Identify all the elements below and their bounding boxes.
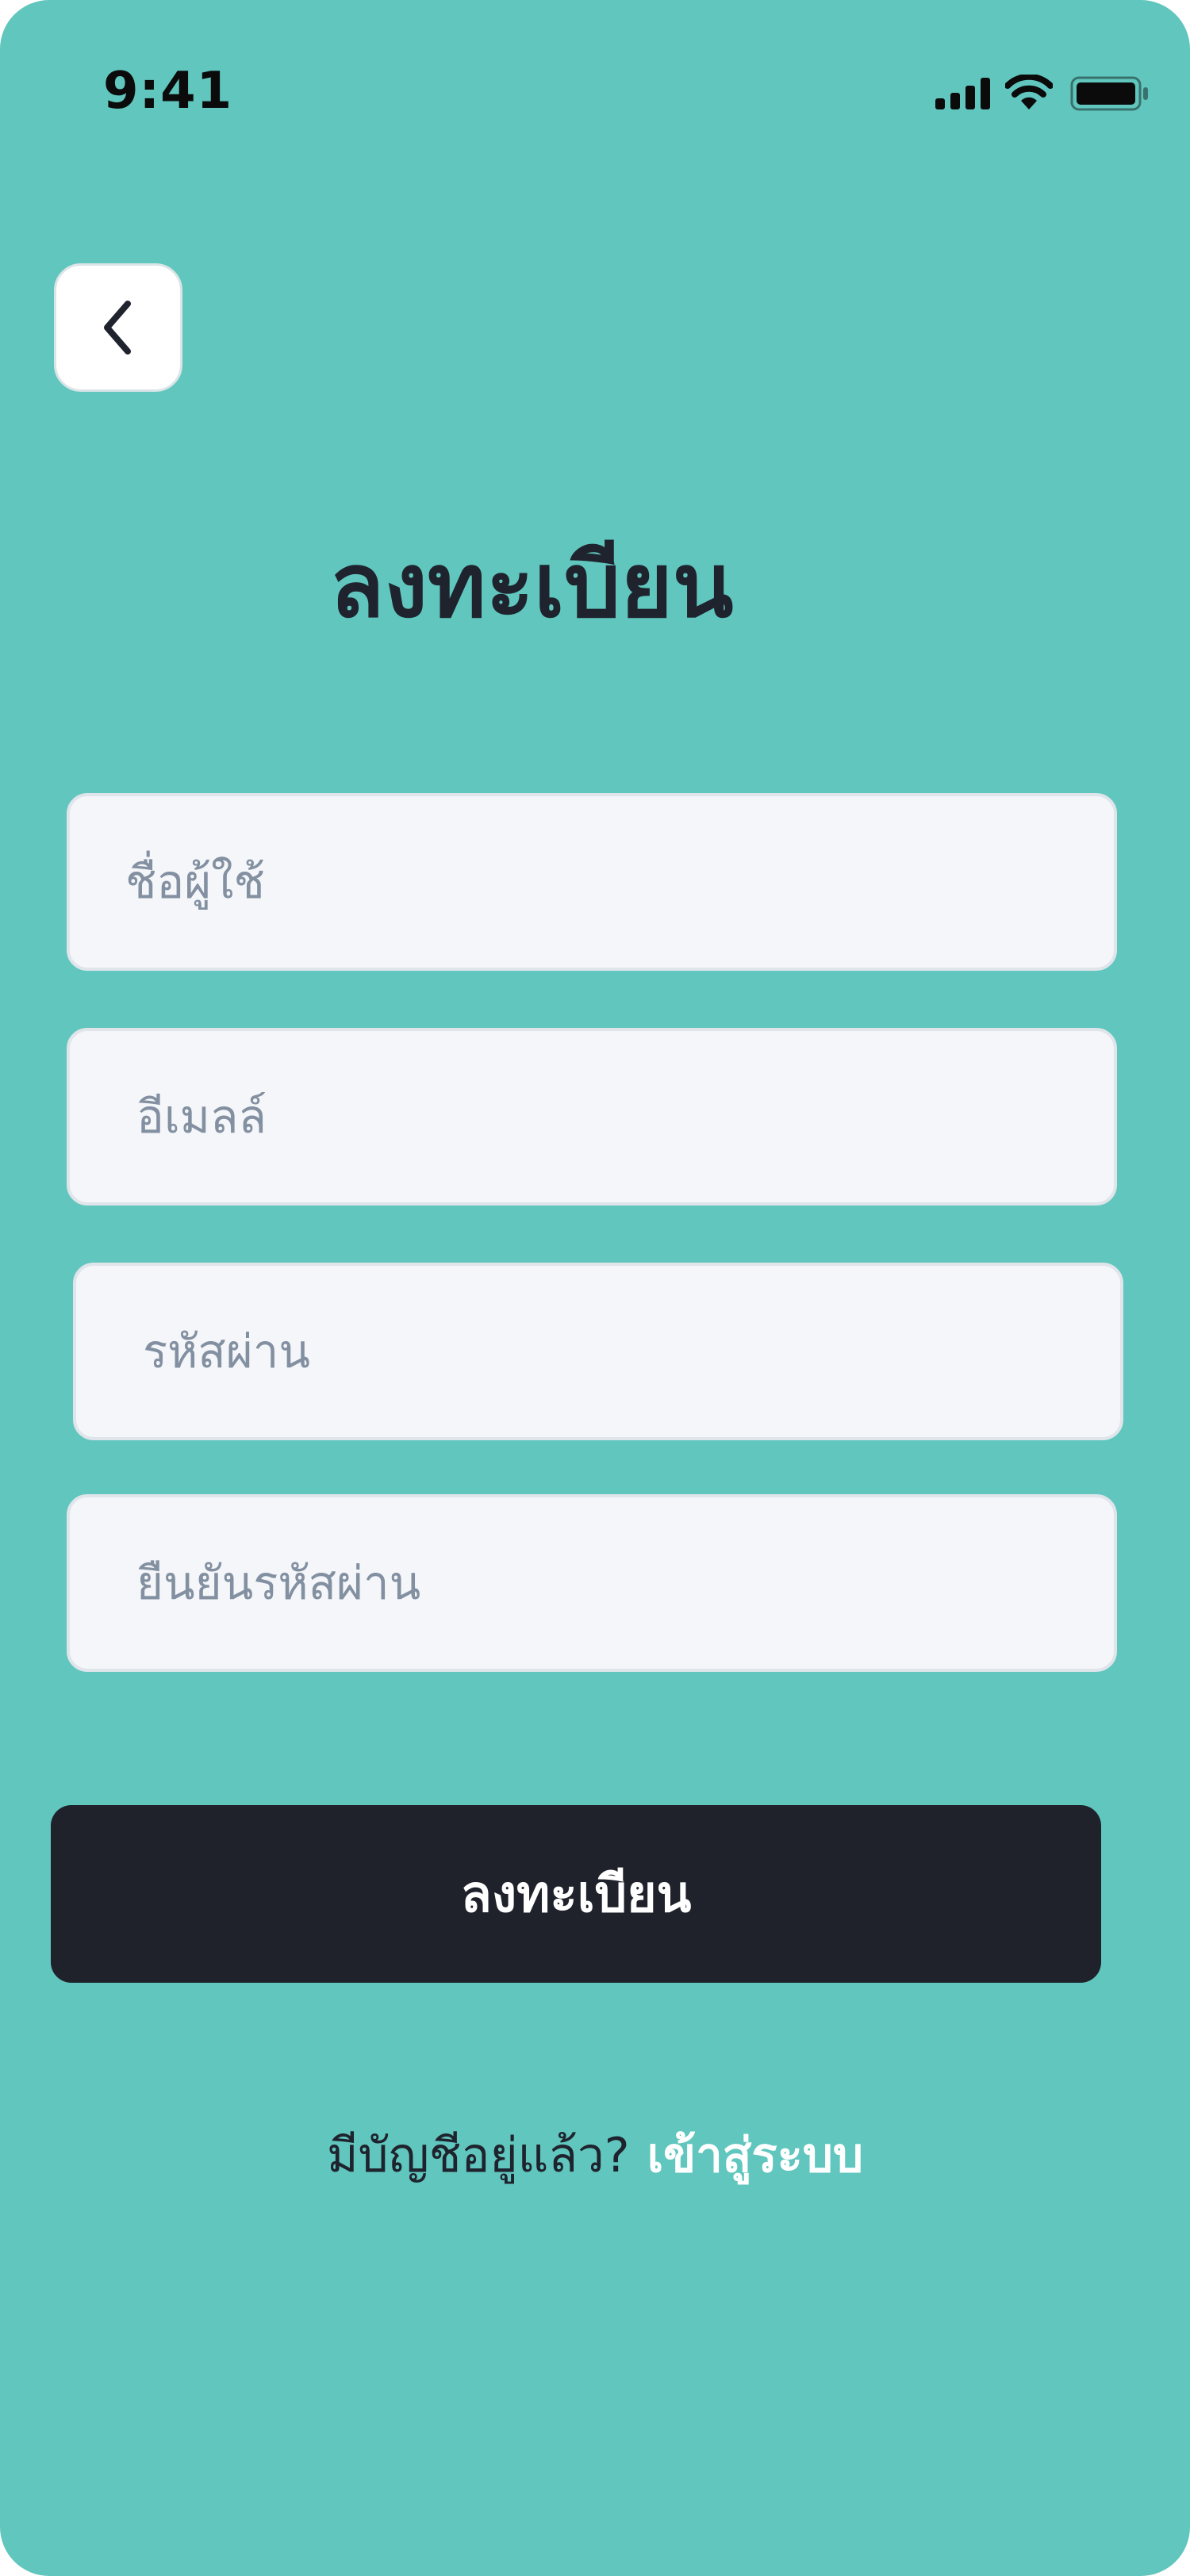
confirm-password-field bbox=[67, 1494, 1117, 1672]
confirm-password-input[interactable] bbox=[70, 1497, 1114, 1669]
wifi-icon bbox=[1005, 75, 1053, 109]
chevron-left-icon bbox=[104, 301, 131, 355]
email-field bbox=[67, 1028, 1117, 1206]
status-time: 9:41 bbox=[103, 62, 233, 121]
register-button[interactable]: ลงทะเบียน bbox=[51, 1805, 1101, 1983]
password-field bbox=[73, 1263, 1123, 1440]
login-prompt-text: มีบัญชีอยู่แล้ว? bbox=[326, 2128, 630, 2183]
page-title: ลงทะเบียน bbox=[329, 535, 734, 638]
register-screen: 9:41 ลงทะเบียน ชื่อผู้ใช้ อีเมลล์ รหัสผ่… bbox=[0, 0, 1190, 2576]
back-button[interactable] bbox=[54, 263, 182, 392]
login-prompt: มีบัญชีอยู่แล้ว? เข้าสู่ระบบ bbox=[0, 2118, 1190, 2193]
password-input[interactable] bbox=[76, 1266, 1120, 1437]
login-link[interactable]: เข้าสู่ระบบ bbox=[647, 2128, 863, 2183]
email-input[interactable] bbox=[70, 1031, 1114, 1202]
username-input[interactable] bbox=[70, 796, 1114, 968]
status-icons bbox=[932, 73, 1150, 113]
battery-icon bbox=[1070, 76, 1148, 111]
signal-icon bbox=[935, 78, 990, 109]
username-field bbox=[67, 793, 1117, 971]
